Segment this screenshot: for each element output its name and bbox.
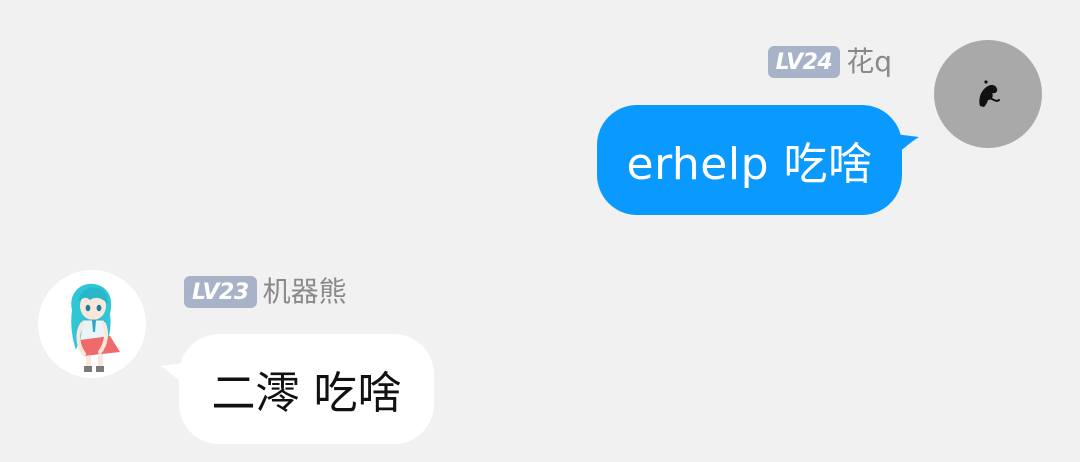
message-text: erhelp 吃啥 (626, 139, 873, 190)
anime-girl-avatar-icon (71, 283, 120, 372)
chat-message-list[interactable]: LV24 花q erhelp 吃啥 LV23 机器熊 二澪 吃啥 (0, 0, 1080, 462)
outgoing-message-header: LV24 花q (767, 44, 892, 80)
outgoing-message[interactable]: erhelp 吃啥 (597, 105, 919, 215)
incoming-message-header: LV23 机器熊 (184, 274, 347, 310)
message-text: 二澪 吃啥 (211, 368, 402, 419)
level-badge: LV24 (767, 46, 841, 78)
sender-name[interactable]: 花q (846, 44, 892, 80)
sender-avatar[interactable] (38, 270, 146, 378)
sender-avatar[interactable] (934, 40, 1042, 148)
black-silhouette-avatar-icon (979, 80, 1000, 107)
level-badge: LV23 (184, 276, 257, 308)
message-bubble[interactable]: 二澪 吃啥 (179, 334, 434, 444)
sender-name[interactable]: 机器熊 (263, 274, 347, 310)
incoming-message[interactable]: 二澪 吃啥 (160, 334, 436, 444)
message-bubble[interactable]: erhelp 吃啥 (597, 105, 902, 215)
